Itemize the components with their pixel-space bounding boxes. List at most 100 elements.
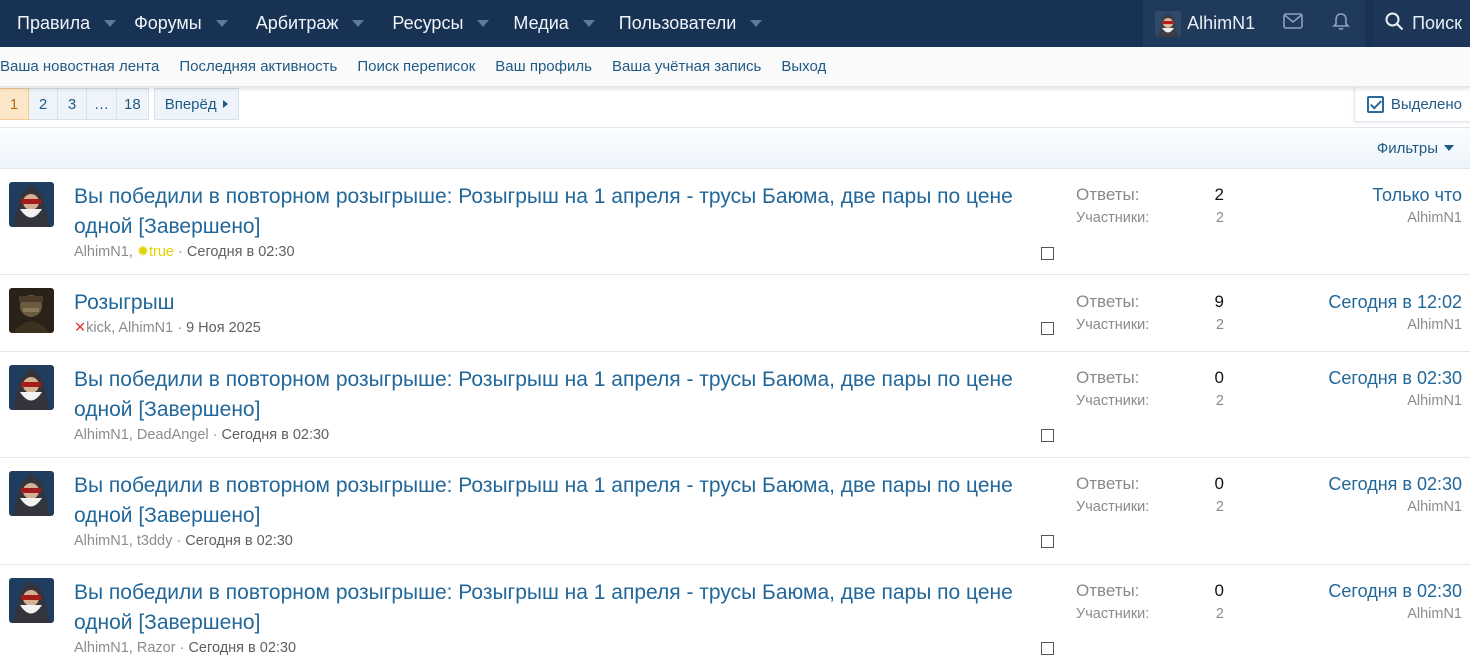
participant-link[interactable]: true <box>149 244 174 260</box>
select-checkbox[interactable] <box>1041 322 1054 335</box>
replies-count: 9 <box>1214 292 1224 311</box>
conversation-title-link[interactable]: Розыгрыш <box>74 288 1034 318</box>
participant-link[interactable]: DeadAngel <box>137 427 209 443</box>
replies-label: Ответы: <box>1076 368 1140 387</box>
conversation-meta: ✕kick, AlhimN1 · 9 Ноя 2025 <box>74 320 261 336</box>
participants-label: Участники: <box>1076 210 1150 226</box>
page-3[interactable]: 3 <box>58 88 87 120</box>
subnav-latest-activity-link[interactable]: Последняя активность <box>179 58 337 75</box>
title-line: Розыгрыш <box>74 291 175 314</box>
search-button[interactable]: Поиск <box>1373 0 1470 47</box>
highlighted-toggle[interactable]: Выделено <box>1353 87 1470 122</box>
avatar[interactable] <box>9 471 54 516</box>
starter-link[interactable]: AlhimN1, <box>74 533 133 549</box>
chevron-down-icon[interactable] <box>104 20 117 27</box>
page-1[interactable]: 1 <box>0 88 29 120</box>
subnav-search-conversations-link[interactable]: Поиск переписок <box>357 58 475 75</box>
participant-link[interactable]: Razor <box>137 640 176 656</box>
participants-count: 2 <box>1215 317 1224 333</box>
last-reply-user-link[interactable]: AlhimN1 <box>1407 606 1462 622</box>
filters-button[interactable]: Фильтры <box>1377 140 1454 157</box>
last-reply-date-link[interactable]: Сегодня в 02:30 <box>1328 581 1462 602</box>
replies-count: 0 <box>1214 368 1224 387</box>
participant-link[interactable]: t3ddy <box>137 533 172 549</box>
conversation-row[interactable]: Вы победили в повторном розыгрыше: Розыг… <box>0 352 1470 458</box>
last-reply-user-link[interactable]: AlhimN1 <box>1407 317 1462 333</box>
title-line: одной [Завершено] <box>74 215 261 238</box>
chevron-down-icon[interactable] <box>352 20 365 27</box>
title-line: Вы победили в повторном розыгрыше: Розыг… <box>74 368 1013 391</box>
chevron-down-icon[interactable] <box>750 20 763 27</box>
chevron-down-icon[interactable] <box>582 20 595 27</box>
last-reply-date-link[interactable]: Сегодня в 02:30 <box>1328 474 1462 495</box>
cross-icon: ✕ <box>74 320 87 336</box>
page-2[interactable]: 2 <box>29 88 58 120</box>
alerts-button[interactable] <box>1317 0 1366 47</box>
participants-count: 2 <box>1215 499 1224 515</box>
filters-label: Фильтры <box>1376 139 1438 157</box>
select-checkbox[interactable] <box>1041 429 1054 442</box>
conversation-row[interactable]: Вы победили в повторном розыгрыше: Розыг… <box>0 565 1470 668</box>
nav-item-forums[interactable]: Форумы <box>130 0 242 47</box>
conversation-title-link[interactable]: Вы победили в повторном розыгрыше: Розыг… <box>74 578 1034 638</box>
participants-label: Участники: <box>1076 499 1150 515</box>
nav-item-arbitration[interactable]: Арбитраж <box>242 0 379 47</box>
inbox-button[interactable] <box>1269 0 1318 47</box>
nav-item-resources[interactable]: Ресурсы <box>378 0 503 47</box>
title-line: Вы победили в повторном розыгрыше: Розыг… <box>74 474 1013 497</box>
starter-link[interactable]: AlhimN1, <box>74 640 133 656</box>
title-line: одной [Завершено] <box>74 504 261 527</box>
nav-label: Арбитраж <box>255 13 339 33</box>
conversation-title-link[interactable]: Вы победили в повторном розыгрыше: Розыг… <box>74 471 1034 531</box>
last-reply-user-link[interactable]: AlhimN1 <box>1407 210 1462 226</box>
last-reply-date-link[interactable]: Сегодня в 02:30 <box>1328 368 1462 389</box>
conversation-row[interactable]: Розыгрыш ✕kick, AlhimN1 · 9 Ноя 2025 Отв… <box>0 275 1470 352</box>
page-last[interactable]: 18 <box>117 88 149 120</box>
envelope-icon <box>1283 13 1303 34</box>
subnav-logout-link[interactable]: Выход <box>781 58 826 75</box>
subnav-account-link[interactable]: Ваша учётная запись <box>612 58 761 75</box>
conversation-row[interactable]: Вы победили в повторном розыгрыше: Розыг… <box>0 458 1470 565</box>
last-reply-user-link[interactable]: AlhimN1 <box>1407 393 1462 409</box>
participant-link[interactable]: AlhimN1 <box>118 320 173 336</box>
account-menu[interactable]: AlhimN1 <box>1143 0 1270 47</box>
avatar[interactable] <box>9 182 54 227</box>
avatar[interactable] <box>9 578 54 623</box>
nav-item-media[interactable]: Медиа <box>503 0 608 47</box>
conversation-row[interactable]: Вы победили в повторном розыгрыше: Розыг… <box>0 169 1470 275</box>
participants-label: Участники: <box>1076 317 1150 333</box>
chevron-down-icon[interactable] <box>215 20 228 27</box>
last-reply-date-link[interactable]: Сегодня в 12:02 <box>1328 292 1462 313</box>
last-reply-user-link[interactable]: AlhimN1 <box>1407 499 1462 515</box>
avatar[interactable] <box>9 365 54 410</box>
select-checkbox[interactable] <box>1041 247 1054 260</box>
nav-label: Ресурсы <box>392 13 464 33</box>
conversation-meta: AlhimN1, DeadAngel · Сегодня в 02:30 <box>74 427 330 443</box>
nav-label: Пользователи <box>618 13 737 33</box>
subnav-newsfeed-link[interactable]: Ваша новостная лента <box>0 58 159 75</box>
search-icon <box>1385 12 1412 36</box>
conversation-list: Вы победили в повторном розыгрыше: Розыг… <box>0 169 1470 668</box>
select-checkbox[interactable] <box>1041 642 1054 655</box>
conversation-title-link[interactable]: Вы победили в повторном розыгрыше: Розыг… <box>74 365 1034 425</box>
replies-label: Ответы: <box>1076 292 1140 311</box>
avatar[interactable] <box>9 288 54 333</box>
last-reply-date-link[interactable]: Только что <box>1372 185 1462 206</box>
conversation-title-link[interactable]: Вы победили в повторном розыгрыше: Розыг… <box>74 182 1034 242</box>
starter-link[interactable]: kick, <box>86 320 115 336</box>
start-date: Сегодня в 02:30 <box>185 533 293 549</box>
nav-item-rules[interactable]: Правила <box>0 0 130 47</box>
page-ellipsis[interactable]: … <box>87 88 117 120</box>
starter-link[interactable]: AlhimN1, <box>74 244 133 260</box>
sub-navigation: Ваша новостная лента Последняя активност… <box>0 47 1470 87</box>
select-checkbox[interactable] <box>1041 535 1054 548</box>
nav-label: Правила <box>17 13 91 33</box>
starter-link[interactable]: AlhimN1, <box>74 427 133 443</box>
pagination-row: 1 2 3 … 18 Вперёд Выделено <box>0 87 1470 127</box>
subnav-profile-link[interactable]: Ваш профиль <box>495 58 592 75</box>
replies-label: Ответы: <box>1076 581 1140 600</box>
chevron-down-icon[interactable] <box>477 20 490 27</box>
next-page-button[interactable]: Вперёд <box>153 88 239 120</box>
nav-item-users[interactable]: Пользователи <box>609 0 776 47</box>
participants-count: 2 <box>1215 210 1224 226</box>
